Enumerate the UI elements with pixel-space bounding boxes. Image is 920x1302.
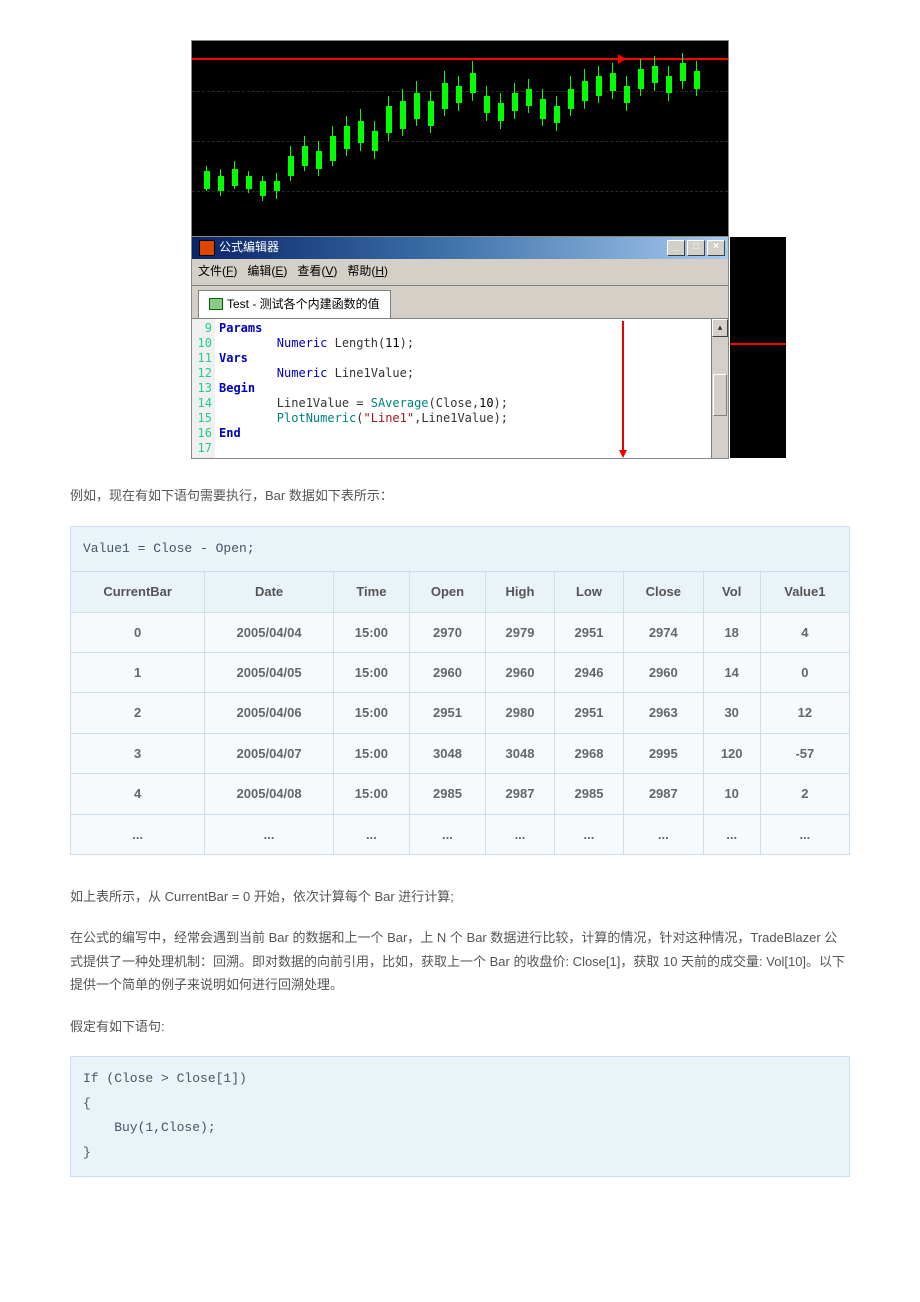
close-button[interactable]: × bbox=[707, 240, 725, 256]
paragraph-3: 在公式的编写中，经常会遇到当前 Bar 的数据和上一个 Bar，上 N 个 Ba… bbox=[70, 926, 850, 996]
code-block-1: Value1 = Close - Open; bbox=[70, 526, 850, 572]
titlebar[interactable]: 公式编辑器 _ □ × bbox=[192, 237, 728, 259]
tabbar: Test - 测试各个内建函数的值 bbox=[192, 285, 728, 319]
window-title: 公式编辑器 bbox=[219, 237, 279, 259]
scroll-up-button[interactable]: ▴ bbox=[712, 319, 728, 337]
paragraph-1: 例如，现在有如下语句需要执行，Bar 数据如下表所示： bbox=[70, 484, 850, 507]
maximize-button[interactable]: □ bbox=[687, 240, 705, 256]
paragraph-4: 假定有如下语句: bbox=[70, 1015, 850, 1038]
chart-and-editor: 公式编辑器 _ □ × 文件(F)编辑(E)查看(V)帮助(H) Test - … bbox=[191, 40, 729, 459]
code-editor[interactable]: 91011121314151617 Params Numeric Length(… bbox=[192, 318, 728, 458]
paragraph-2: 如上表所示，从 CurrentBar = 0 开始，依次计算每个 Bar 进行计… bbox=[70, 885, 850, 908]
menubar[interactable]: 文件(F)编辑(E)查看(V)帮助(H) bbox=[192, 259, 728, 285]
editor-tab[interactable]: Test - 测试各个内建函数的值 bbox=[198, 290, 391, 319]
tab-label: Test - 测试各个内建函数的值 bbox=[227, 297, 380, 311]
candlestick-chart bbox=[192, 41, 728, 236]
minimize-button[interactable]: _ bbox=[667, 240, 685, 256]
app-icon bbox=[199, 240, 215, 256]
code-text[interactable]: Params Numeric Length(11);Vars Numeric L… bbox=[215, 319, 711, 458]
scroll-thumb[interactable] bbox=[713, 374, 727, 416]
chart-right-panel bbox=[730, 237, 786, 458]
execution-pointer bbox=[622, 321, 624, 456]
file-icon bbox=[209, 298, 223, 310]
bar-data-table: CurrentBarDateTimeOpenHighLowCloseVolVal… bbox=[70, 571, 850, 855]
line-gutter: 91011121314151617 bbox=[192, 319, 215, 458]
code-block-2: If (Close > Close[1]) { Buy(1,Close); } bbox=[70, 1056, 850, 1177]
vertical-scrollbar[interactable]: ▴ bbox=[711, 319, 728, 458]
formula-editor-window: 公式编辑器 _ □ × 文件(F)编辑(E)查看(V)帮助(H) Test - … bbox=[192, 236, 728, 458]
